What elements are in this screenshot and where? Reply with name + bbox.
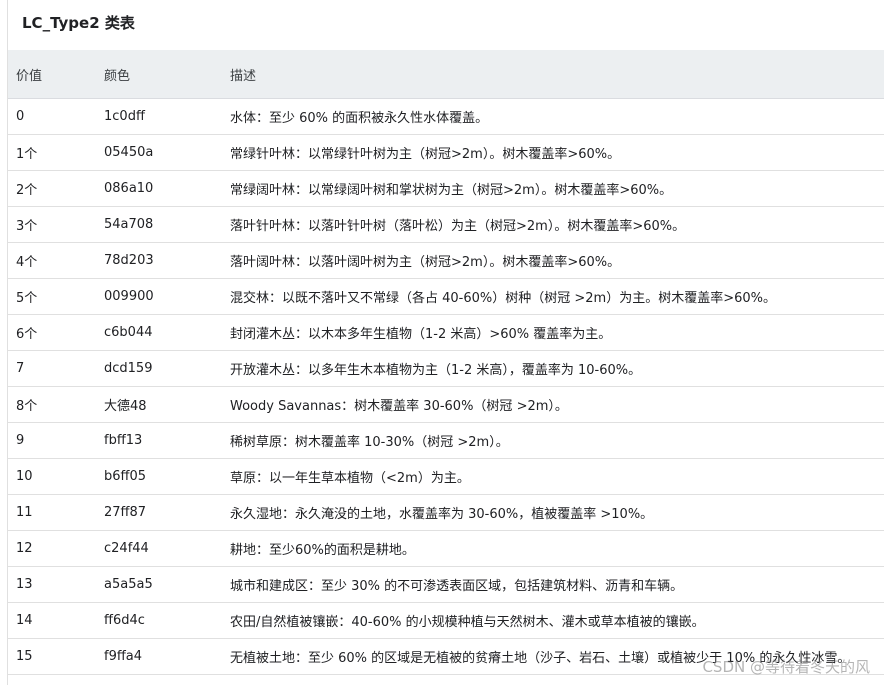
table-body: 0 1c0dff 水体：至少 60% 的面积被永久性水体覆盖。 1个 05450a 常绿针…	[8, 98, 884, 675]
cell-description: 草原：以一年生草本植物（<2m）为主。	[222, 458, 884, 495]
cell-value: 2个	[8, 170, 96, 207]
column-header-value: 价值	[8, 50, 96, 99]
cell-color: ff6d4c	[96, 602, 222, 639]
cell-value: 1个	[8, 134, 96, 171]
column-header-description: 描述	[222, 50, 884, 99]
table-row: 4个 78d203 落叶阔叶林：以落叶阔叶树为主（树冠>2m）。树木覆盖率>60%。	[8, 242, 884, 279]
cell-description: 稀树草原：树木覆盖率 10-30%（树冠 >2m）。	[222, 422, 884, 459]
cell-value: 8个	[8, 386, 96, 423]
cell-description: 耕地：至少60%的面积是耕地。	[222, 530, 884, 567]
cell-color: 54a708	[96, 206, 222, 243]
cell-description: 城市和建成区：至少 30% 的不可渗透表面区域，包括建筑材料、沥青和车辆。	[222, 566, 884, 603]
cell-color: 086a10	[96, 170, 222, 207]
cell-value: 0	[8, 98, 96, 135]
cell-value: 7	[8, 350, 96, 387]
table-row: 1个 05450a 常绿针叶林：以常绿针叶树为主（树冠>2m）。树木覆盖率>60%。	[8, 134, 884, 171]
table-row: 10 b6ff05 草原：以一年生草本植物（<2m）为主。	[8, 458, 884, 495]
cell-value: 15	[8, 638, 96, 675]
cell-color: a5a5a5	[96, 566, 222, 603]
column-header-color: 颜色	[96, 50, 222, 99]
table-row: 6个 c6b044 封闭灌木丛：以木本多年生植物（1-2 米高）>60% 覆盖率为主…	[8, 314, 884, 351]
cell-value: 4个	[8, 242, 96, 279]
cell-description: 永久湿地：永久淹没的土地，水覆盖率为 30-60%，植被覆盖率 >10%。	[222, 494, 884, 531]
cell-description: 落叶针叶林：以落叶针叶树（落叶松）为主（树冠>2m）。树木覆盖率>60%。	[222, 206, 884, 243]
cell-color: 27ff87	[96, 494, 222, 531]
table-title: LC_Type2 类表	[22, 14, 135, 32]
cell-color: 大德48	[96, 386, 222, 423]
cell-color: c6b044	[96, 314, 222, 351]
table-row: 12 c24f44 耕地：至少60%的面积是耕地。	[8, 530, 884, 567]
cell-color: 05450a	[96, 134, 222, 171]
cell-value: 6个	[8, 314, 96, 351]
class-table: 价值 颜色 描述 0 1c0dff 水体：至少 60% 的面积被永久性水体覆盖。 1个…	[8, 50, 884, 675]
cell-description: 常绿阔叶林：以常绿阔叶树和掌状树为主（树冠>2m）。树木覆盖率>60%。	[222, 170, 884, 207]
cell-color: f9ffa4	[96, 638, 222, 675]
table-row: 0 1c0dff 水体：至少 60% 的面积被永久性水体覆盖。	[8, 98, 884, 135]
cell-color: b6ff05	[96, 458, 222, 495]
table-row: 2个 086a10 常绿阔叶林：以常绿阔叶树和掌状树为主（树冠>2m）。树木覆盖率>…	[8, 170, 884, 207]
table-row: 7 dcd159 开放灌木丛：以多年生木本植物为主（1-2 米高），覆盖率为 10-…	[8, 350, 884, 387]
cell-value: 12	[8, 530, 96, 567]
cell-value: 14	[8, 602, 96, 639]
cell-color: dcd159	[96, 350, 222, 387]
table-row: 8个 大德48 Woody Savannas：树木覆盖率 30-60%（树冠 >2m…	[8, 386, 884, 423]
cell-description: Woody Savannas：树木覆盖率 30-60%（树冠 >2m）。	[222, 386, 884, 423]
table-header-row: 价值 颜色 描述	[8, 50, 884, 99]
table-row: 14 ff6d4c 农田/自然植被镶嵌：40-60% 的小规模种植与天然树木、灌木或…	[8, 602, 884, 639]
cell-description: 水体：至少 60% 的面积被永久性水体覆盖。	[222, 98, 884, 135]
cell-value: 11	[8, 494, 96, 531]
cell-color: 009900	[96, 278, 222, 315]
table-row: 9 fbff13 稀树草原：树木覆盖率 10-30%（树冠 >2m）。	[8, 422, 884, 459]
table-row: 13 a5a5a5 城市和建成区：至少 30% 的不可渗透表面区域，包括建筑材料、沥…	[8, 566, 884, 603]
cell-value: 13	[8, 566, 96, 603]
table-row: 5个 009900 混交林：以既不落叶又不常绿（各占 40-60%）树种（树冠 >2…	[8, 278, 884, 315]
cell-description: 农田/自然植被镶嵌：40-60% 的小规模种植与天然树木、灌木或草本植被的镶嵌。	[222, 602, 884, 639]
cell-description: 混交林：以既不落叶又不常绿（各占 40-60%）树种（树冠 >2m）为主。树木覆…	[222, 278, 884, 315]
watermark: CSDN @等待着冬天的风	[702, 658, 870, 676]
cell-value: 9	[8, 422, 96, 459]
cell-description: 开放灌木丛：以多年生木本植物为主（1-2 米高），覆盖率为 10-60%。	[222, 350, 884, 387]
cell-color: 78d203	[96, 242, 222, 279]
cell-description: 封闭灌木丛：以木本多年生植物（1-2 米高）>60% 覆盖率为主。	[222, 314, 884, 351]
table-row: 3个 54a708 落叶针叶林：以落叶针叶树（落叶松）为主（树冠>2m）。树木覆盖率…	[8, 206, 884, 243]
cell-value: 3个	[8, 206, 96, 243]
cell-description: 落叶阔叶林：以落叶阔叶树为主（树冠>2m）。树木覆盖率>60%。	[222, 242, 884, 279]
table-row: 11 27ff87 永久湿地：永久淹没的土地，水覆盖率为 30-60%，植被覆盖率 …	[8, 494, 884, 531]
cell-description: 常绿针叶林：以常绿针叶树为主（树冠>2m）。树木覆盖率>60%。	[222, 134, 884, 171]
cell-color: fbff13	[96, 422, 222, 459]
cell-color: c24f44	[96, 530, 222, 567]
cell-value: 5个	[8, 278, 96, 315]
cell-value: 10	[8, 458, 96, 495]
cell-color: 1c0dff	[96, 98, 222, 135]
